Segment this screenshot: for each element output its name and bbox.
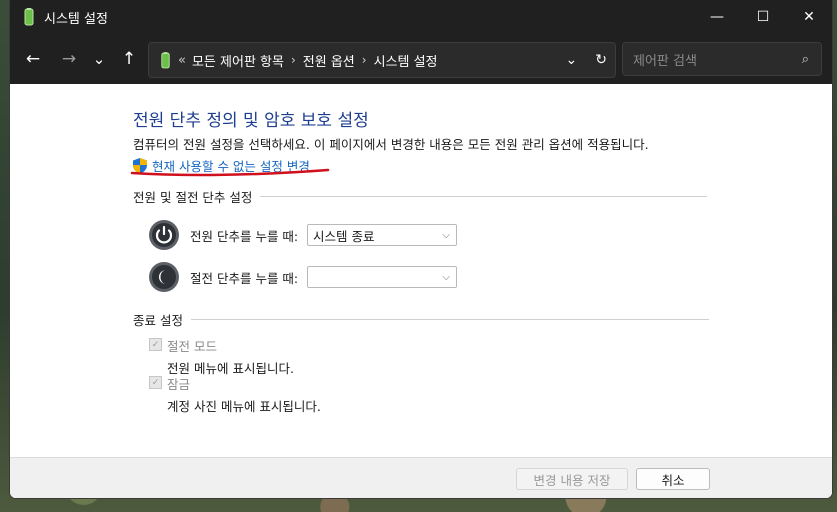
lock-title: 잠금 bbox=[167, 377, 191, 392]
search-input[interactable]: 제어판 검색 bbox=[633, 50, 697, 69]
address-actions: ⌄ ↻ bbox=[566, 43, 607, 77]
divider bbox=[190, 319, 709, 320]
chevron-down-icon: ⌵ bbox=[442, 271, 450, 283]
chevron-down-icon: ⌵ bbox=[442, 229, 450, 241]
breadcrumb-separator[interactable]: › bbox=[291, 53, 296, 67]
search-box[interactable]: 제어판 검색 ⌕ bbox=[622, 42, 822, 76]
sleep-mode-title: 절전 모드 bbox=[167, 339, 217, 354]
minimize-button[interactable]: — bbox=[694, 0, 740, 34]
lock-description: 계정 사진 메뉴에 표시됩니다. bbox=[167, 399, 321, 414]
sleep-mode-option: ✓ 절전 모드 전원 메뉴에 표시됩니다. bbox=[149, 336, 294, 377]
sleep-button-action-select[interactable]: ⌵ bbox=[307, 266, 457, 288]
navigation-bar: ← → ⌄ ↑ « 모든 제어판 항목 › 전원 옵션 › 시스템 설정 ⌄ ↻… bbox=[10, 34, 832, 84]
window-controls: — ☐ ✕ bbox=[694, 0, 832, 34]
back-button[interactable]: ← bbox=[18, 44, 48, 74]
cancel-button[interactable]: 취소 bbox=[636, 468, 710, 490]
breadcrumb-item-all-control-panel[interactable]: 모든 제어판 항목 bbox=[192, 51, 284, 70]
power-button-label: 전원 단추를 누를 때: bbox=[190, 228, 299, 244]
page-description: 컴퓨터의 전원 설정을 선택하세요. 이 페이지에서 변경한 내용은 모든 전원… bbox=[133, 137, 649, 152]
sleep-button-label: 절전 단추를 누를 때: bbox=[190, 270, 299, 286]
sleep-button-row: 절전 단추를 누를 때: ⌵ bbox=[148, 261, 457, 293]
power-group-header: 전원 및 절전 단추 설정 bbox=[133, 187, 708, 206]
shutdown-group-title: 종료 설정 bbox=[133, 313, 183, 328]
battery-icon bbox=[24, 8, 34, 26]
page-title: 전원 단추 정의 및 암호 보호 설정 bbox=[133, 111, 369, 131]
breadcrumb-separator[interactable]: › bbox=[362, 53, 367, 67]
address-dropdown-icon[interactable]: ⌄ bbox=[566, 52, 578, 68]
system-settings-window: 시스템 설정 — ☐ ✕ ← → ⌄ ↑ « 모든 제어판 항목 › 전원 옵션… bbox=[10, 0, 832, 498]
title-bar: 시스템 설정 — ☐ ✕ bbox=[10, 0, 832, 34]
maximize-button[interactable]: ☐ bbox=[740, 0, 786, 34]
lock-checkbox[interactable]: ✓ bbox=[149, 376, 162, 389]
close-button[interactable]: ✕ bbox=[786, 0, 832, 34]
address-bar[interactable]: « 모든 제어판 항목 › 전원 옵션 › 시스템 설정 ⌄ ↻ bbox=[148, 42, 616, 78]
battery-icon bbox=[161, 51, 170, 68]
power-group-title: 전원 및 절전 단추 설정 bbox=[133, 190, 253, 205]
breadcrumb-item-system-settings[interactable]: 시스템 설정 bbox=[374, 51, 438, 70]
power-button-action-value: 시스템 종료 bbox=[313, 228, 375, 244]
power-button-row: 전원 단추를 누를 때: 시스템 종료 ⌵ bbox=[148, 219, 457, 251]
sleep-mode-checkbox[interactable]: ✓ bbox=[149, 338, 162, 351]
sleep-button-icon bbox=[149, 262, 179, 292]
breadcrumb-overflow[interactable]: « bbox=[178, 53, 186, 68]
recent-locations-button[interactable]: ⌄ bbox=[84, 44, 114, 74]
power-button-action-select[interactable]: 시스템 종료 ⌵ bbox=[307, 224, 457, 246]
main-content: 전원 단추 정의 및 암호 보호 설정 컴퓨터의 전원 설정을 선택하세요. 이… bbox=[10, 84, 832, 498]
save-changes-button[interactable]: 변경 내용 저장 bbox=[516, 468, 628, 490]
red-annotation-underline bbox=[130, 168, 330, 177]
up-button[interactable]: ↑ bbox=[114, 44, 144, 74]
search-icon[interactable]: ⌕ bbox=[802, 52, 809, 67]
footer-bar: 변경 내용 저장 취소 bbox=[10, 457, 832, 498]
lock-option: ✓ 잠금 계정 사진 메뉴에 표시됩니다. bbox=[149, 374, 321, 415]
breadcrumb-item-power-options[interactable]: 전원 옵션 bbox=[303, 51, 355, 70]
divider bbox=[260, 196, 708, 197]
shutdown-group-header: 종료 설정 bbox=[133, 310, 709, 329]
window-title: 시스템 설정 bbox=[44, 11, 108, 27]
forward-button[interactable]: → bbox=[54, 44, 84, 74]
refresh-icon[interactable]: ↻ bbox=[595, 52, 607, 68]
power-button-icon bbox=[149, 220, 179, 250]
